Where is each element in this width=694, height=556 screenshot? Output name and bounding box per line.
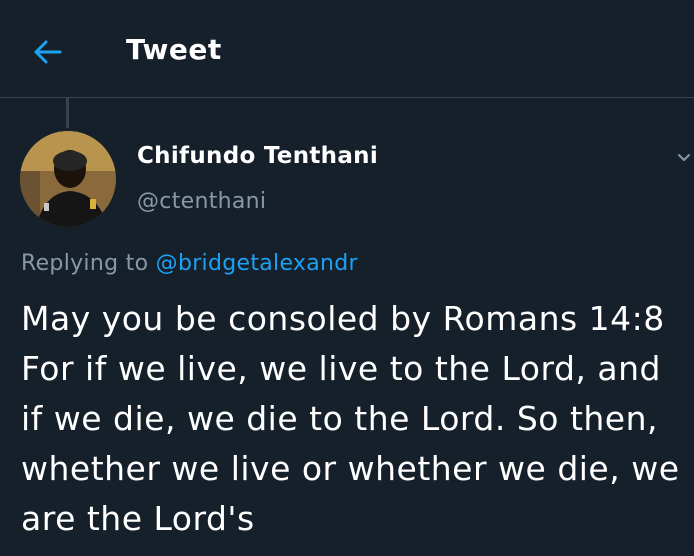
back-button[interactable] — [30, 34, 66, 70]
arrow-left-icon — [34, 40, 62, 64]
more-options-button[interactable] — [674, 148, 694, 168]
avatar[interactable] — [20, 131, 116, 227]
author-display-name[interactable]: Chifundo Tenthani — [137, 140, 378, 172]
avatar-photo — [20, 131, 116, 227]
top-bar: Tweet — [0, 0, 694, 98]
page-title: Tweet — [126, 33, 222, 66]
author-handle[interactable]: @ctenthani — [137, 186, 266, 218]
tweet-body-text: May you be consoled by Romans 14:8 For i… — [21, 299, 680, 538]
replying-to-mention-link[interactable]: @bridgetalexandr — [156, 251, 358, 276]
replying-to-label: Replying to — [21, 251, 149, 276]
chevron-down-icon — [678, 154, 690, 161]
thread-connector-line — [66, 98, 69, 128]
replying-to-line: Replying to @bridgetalexandr — [21, 248, 358, 280]
